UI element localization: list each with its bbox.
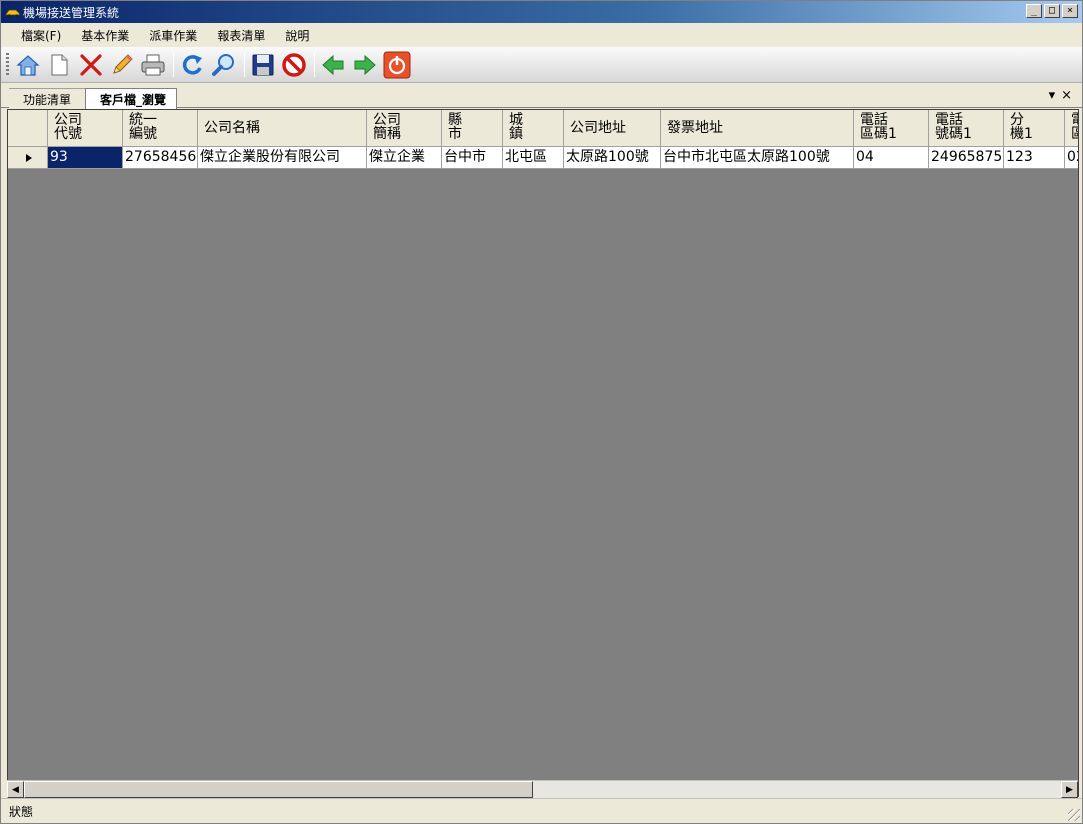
cell-phone-number[interactable]: 24965875	[929, 147, 1004, 169]
cell-short-name[interactable]: 傑立企業	[367, 147, 442, 169]
status-label: 狀態	[9, 805, 34, 819]
cell-company-name[interactable]: 傑立企業股份有限公司	[198, 147, 367, 169]
row-header-corner	[8, 110, 48, 147]
cancel-icon[interactable]	[279, 51, 309, 79]
window-title: 機場接送管理系統	[23, 6, 120, 20]
toolbar-separator	[244, 53, 245, 77]
cell-county[interactable]: 台中市	[442, 147, 503, 169]
arrow-right-icon[interactable]	[350, 51, 380, 79]
tab-close-icon[interactable]: ×	[1061, 88, 1072, 103]
cell-phone-area-code[interactable]: 04	[854, 147, 929, 169]
power-exit-icon[interactable]	[382, 51, 412, 79]
menu-report-list[interactable]: 報表清單	[207, 27, 275, 44]
tab-function-list[interactable]: 功能清單	[9, 88, 89, 108]
new-document-icon[interactable]	[44, 51, 74, 79]
close-button[interactable]: ×	[1062, 4, 1078, 18]
search-magnifier-icon[interactable]	[209, 51, 239, 79]
edit-pencil-icon[interactable]	[107, 51, 137, 79]
title-bar: 機場接送管理系統 _ □ ×	[1, 1, 1082, 23]
column-header-invoice-address[interactable]: 發票地址	[661, 110, 854, 147]
menu-dispatch-operations[interactable]: 派車作業	[139, 27, 207, 44]
column-header-phone-area-code-2[interactable]: 電 區	[1065, 110, 1078, 147]
toolbar-separator	[173, 53, 174, 77]
menu-file[interactable]: 檔案(F)	[11, 27, 71, 44]
column-header-town[interactable]: 城 鎮	[503, 110, 564, 147]
column-header-short-name[interactable]: 公司 簡稱	[367, 110, 442, 147]
column-header-county[interactable]: 縣 市	[442, 110, 503, 147]
cell-invoice-address[interactable]: 台中市北屯區太原路100號	[661, 147, 854, 169]
grid-header-row: 公司 代號 統一 編號 公司名稱 公司 簡稱 縣 市 城 鎮 公司地址 發票地址…	[8, 110, 1078, 147]
menu-help[interactable]: 說明	[275, 27, 319, 44]
minimize-button[interactable]: _	[1026, 4, 1042, 18]
tab-list-dropdown-icon[interactable]: ▾	[1049, 88, 1056, 103]
scroll-left-icon[interactable]: ◀	[7, 781, 24, 798]
status-bar: 狀態	[1, 798, 1082, 823]
table-row[interactable]: 93 27658456 傑立企業股份有限公司 傑立企業 台中市 北屯區 太原路1…	[8, 147, 1078, 169]
app-window: 機場接送管理系統 _ □ × 檔案(F) 基本作業 派車作業 報表清單 說明 功…	[0, 0, 1083, 824]
arrow-left-icon[interactable]	[318, 51, 348, 79]
cell-extension[interactable]: 123	[1004, 147, 1065, 169]
row-indicator-icon[interactable]	[8, 147, 48, 169]
delete-icon[interactable]	[76, 51, 106, 79]
cell-town[interactable]: 北屯區	[503, 147, 564, 169]
menu-basic-operations[interactable]: 基本作業	[71, 27, 139, 44]
cell-tax-id[interactable]: 27658456	[123, 147, 198, 169]
menu-bar: 檔案(F) 基本作業 派車作業 報表清單 說明	[1, 23, 1082, 47]
scroll-right-icon[interactable]: ▶	[1061, 781, 1078, 798]
tab-customer-browse[interactable]: 客戶檔_瀏覽	[85, 88, 177, 109]
column-header-extension[interactable]: 分 機1	[1004, 110, 1065, 147]
document-tab-strip: 功能清單 客戶檔_瀏覽 ▾ ×	[1, 84, 1082, 109]
save-icon[interactable]	[248, 51, 278, 79]
refresh-icon[interactable]	[177, 51, 207, 79]
horizontal-scrollbar[interactable]: ◀ ▶	[7, 780, 1078, 798]
column-header-phone-area-code[interactable]: 電話 區碼1	[854, 110, 929, 147]
toolbar-grip[interactable]	[6, 53, 9, 77]
cell-phone-area-code-2[interactable]: 02	[1065, 147, 1078, 169]
column-header-company-name[interactable]: 公司名稱	[198, 110, 367, 147]
toolbar	[1, 47, 1082, 83]
resize-grip-icon[interactable]	[1068, 809, 1080, 821]
toolbar-separator	[314, 53, 315, 77]
customer-data-grid[interactable]: 公司 代號 統一 編號 公司名稱 公司 簡稱 縣 市 城 鎮 公司地址 發票地址…	[7, 109, 1079, 797]
column-header-phone-number[interactable]: 電話 號碼1	[929, 110, 1004, 147]
print-icon[interactable]	[138, 51, 168, 79]
scrollbar-thumb[interactable]	[24, 781, 533, 798]
column-header-tax-id[interactable]: 統一 編號	[123, 110, 198, 147]
cell-company-address[interactable]: 太原路100號	[564, 147, 661, 169]
column-header-company-address[interactable]: 公司地址	[564, 110, 661, 147]
maximize-button[interactable]: □	[1044, 4, 1060, 18]
app-car-icon	[5, 5, 21, 19]
cell-company-code[interactable]: 93	[48, 147, 123, 169]
home-icon[interactable]	[13, 51, 43, 79]
column-header-company-code[interactable]: 公司 代號	[48, 110, 123, 147]
